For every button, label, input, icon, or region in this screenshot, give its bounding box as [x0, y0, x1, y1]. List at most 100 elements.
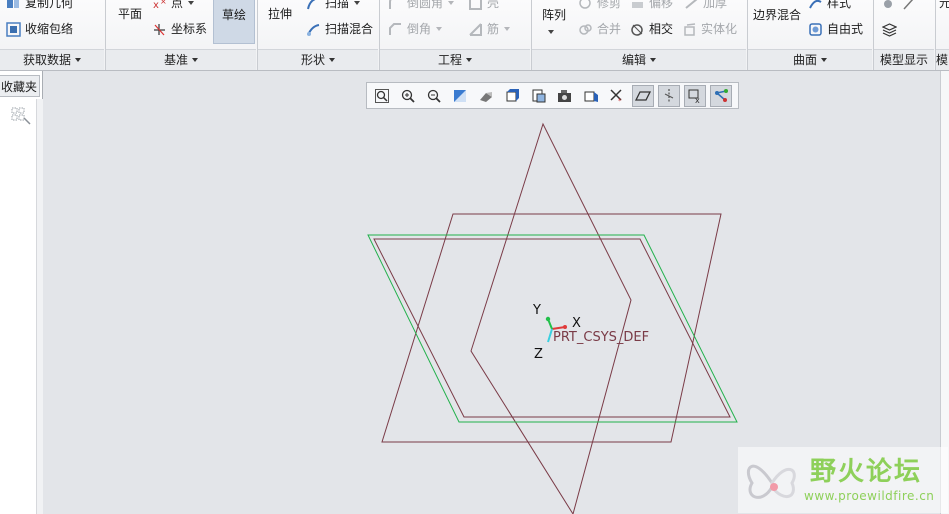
navigator-scrollbar[interactable] — [36, 99, 43, 514]
sweep-label: 扫描 — [325, 0, 350, 10]
group-surfaces[interactable]: 曲面 — [748, 49, 872, 70]
zoom-out-button[interactable] — [423, 85, 445, 107]
appearance-button[interactable] — [882, 0, 920, 12]
group-engineering[interactable]: 工程 — [380, 49, 530, 70]
solidify-icon — [682, 22, 697, 37]
pattern-dropdown[interactable] — [548, 23, 554, 41]
chamfer-label: 倒角 — [407, 22, 432, 36]
solidify-button[interactable]: 实体化 — [682, 20, 737, 38]
ribbon: 复制几何 收缩包络 获取数据 平面 x × 点 坐标系 草绘 基准 拉伸 扫描 扫… — [0, 0, 949, 71]
thicken-label: 加厚 — [703, 0, 728, 10]
csys-button[interactable]: 坐标系 — [152, 20, 207, 38]
csys-x-label: X — [572, 316, 581, 331]
group-shapes[interactable]: 形状 — [258, 49, 378, 70]
boundary-blend-button[interactable]: 边界混合 — [753, 6, 801, 24]
copy-geometry-button[interactable]: 复制几何 — [6, 0, 73, 12]
group-get-data[interactable]: 获取数据 — [0, 49, 104, 70]
group-cut-off[interactable]: 模 — [936, 49, 949, 70]
cut-off-button[interactable]: 元 — [939, 0, 949, 12]
sketch-button[interactable]: 草绘 — [213, 0, 255, 44]
solidify-label: 实体化 — [701, 22, 738, 36]
display-style-button[interactable] — [475, 85, 497, 107]
extrude-label: 拉伸 — [268, 7, 293, 21]
layers-button[interactable] — [882, 20, 901, 38]
layers-icon — [882, 22, 897, 37]
point-icon: x × — [152, 0, 167, 11]
view-manager-button[interactable] — [554, 85, 576, 107]
trim-label: 修剪 — [597, 0, 622, 10]
swept-blend-icon — [306, 22, 321, 37]
butterfly-logo-icon — [746, 464, 796, 499]
chevron-down-icon — [548, 30, 554, 34]
tree-filter-button[interactable] — [11, 106, 33, 126]
named-views-button[interactable] — [528, 85, 550, 107]
zoom-out-icon — [428, 89, 441, 103]
intersect-button[interactable]: 相交 — [630, 20, 673, 38]
sweep-button[interactable]: 扫描 — [306, 0, 361, 12]
csys-z-label: Z — [534, 347, 543, 362]
axis-display-toggle[interactable] — [658, 84, 681, 107]
annotation-display-button[interactable]: * — [606, 85, 628, 107]
refit-button[interactable] — [371, 85, 393, 107]
chevron-down-icon — [504, 27, 511, 31]
svg-text:*: * — [618, 97, 622, 104]
style-button[interactable]: 样式 — [808, 0, 851, 12]
cut-off-item-label: 元 — [939, 0, 949, 10]
rib-button[interactable]: 筋 — [468, 20, 511, 38]
csys-display-toggle[interactable] — [710, 84, 733, 107]
pattern-button[interactable]: 阵列 — [542, 6, 566, 24]
extrude-button[interactable]: 拉伸 — [268, 5, 292, 23]
axis-display-icon — [664, 88, 674, 103]
chamfer-button[interactable]: 倒角 — [388, 20, 443, 38]
pattern-label: 阵列 — [542, 8, 567, 22]
zoom-in-button[interactable] — [397, 85, 419, 107]
chevron-down-icon — [448, 1, 455, 5]
favorites-tab-label: 收藏夹 — [0, 80, 37, 94]
csys-y-tip — [545, 316, 551, 322]
group-model-display-label: 模型显示 — [879, 53, 928, 67]
refit-icon — [375, 88, 389, 103]
csys-icon — [152, 22, 167, 37]
swept-blend-button[interactable]: 扫描混合 — [306, 20, 373, 38]
repaint-icon — [454, 89, 467, 102]
trim-button[interactable]: 修剪 — [578, 0, 621, 12]
rib-icon — [468, 22, 483, 37]
intersect-label: 相交 — [649, 22, 674, 36]
chevron-down-icon — [192, 58, 198, 62]
plane-display-icon — [634, 90, 651, 101]
group-editing[interactable]: 编辑 — [532, 49, 746, 70]
group-datum[interactable]: 基准 — [106, 49, 256, 70]
freestyle-button[interactable]: 自由式 — [808, 20, 863, 38]
plane-display-toggle[interactable] — [631, 84, 654, 107]
datum-plane-front[interactable] — [470, 122, 632, 514]
perspective-icon — [584, 91, 598, 102]
style-icon — [808, 0, 823, 11]
chevron-down-icon — [466, 58, 472, 62]
point-label: 点 — [171, 0, 184, 10]
point-button[interactable]: x × 点 — [152, 0, 195, 12]
plane-label: 平面 — [118, 7, 143, 21]
merge-button[interactable]: 合并 — [578, 20, 621, 38]
group-cut-off-label: 模 — [936, 53, 949, 67]
shrinkwrap-button[interactable]: 收缩包络 — [6, 20, 73, 38]
group-model-display[interactable]: 模型显示 — [874, 49, 934, 70]
trim-icon — [578, 0, 593, 11]
saved-orientations-button[interactable] — [501, 85, 523, 107]
thicken-button[interactable]: 加厚 — [684, 0, 727, 12]
perspective-button[interactable] — [580, 85, 602, 107]
csys-label: 坐标系 — [171, 22, 208, 36]
favorites-tab[interactable]: 收藏夹 — [0, 75, 40, 97]
copy-geometry-label: 复制几何 — [25, 0, 74, 10]
shell-label: 壳 — [487, 0, 500, 10]
plane-button[interactable]: 平面 — [118, 5, 142, 23]
round-button[interactable]: 倒圆角 — [388, 0, 455, 12]
shell-button[interactable]: 壳 — [468, 0, 499, 12]
repaint-button[interactable] — [449, 85, 471, 107]
point-display-toggle[interactable]: x — [684, 84, 707, 107]
point-display-icon: x — [688, 89, 700, 104]
chamfer-icon — [388, 22, 403, 37]
coordinate-system[interactable]: X Y Z PRT_CSYS_DEF — [532, 303, 649, 362]
round-icon — [388, 0, 403, 11]
offset-button[interactable]: 偏移 — [630, 0, 673, 12]
csys-name-label: PRT_CSYS_DEF — [553, 330, 649, 345]
